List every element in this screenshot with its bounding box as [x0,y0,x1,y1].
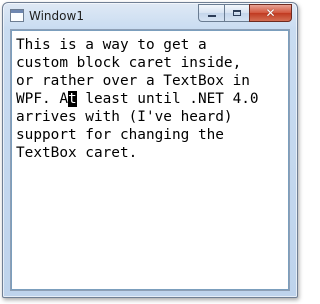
app-window-icon[interactable] [10,9,24,22]
text-box[interactable]: This is a way to get a custom block caret… [11,30,289,290]
close-button[interactable]: ✕ [249,4,292,22]
caption-buttons: ✕ [198,4,292,23]
text-line: or rather over a TextBox in [16,73,250,89]
maximize-icon [233,10,241,16]
close-icon: ✕ [265,6,276,20]
maximize-button[interactable] [224,4,249,22]
minimize-icon [207,15,216,17]
text-line-with-caret: WPF. At least until .NET 4.0 [16,90,284,108]
text-line: This is a way to get a [16,37,207,53]
text-line: support for changing the [16,127,224,143]
text-before-caret: WPF. A [16,91,68,107]
block-caret: t [67,91,77,107]
text-line: custom block caret inside, [16,55,242,71]
text-line: arrives with (I've heard) [16,109,233,125]
window-client-area: This is a way to get a custom block caret… [10,29,290,291]
main-window: Window1 ✕ This is a way to get a custom b… [2,2,298,298]
text-after-caret: least until .NET 4.0 [76,91,259,107]
title-bar[interactable]: Window1 ✕ [3,3,297,29]
minimize-button[interactable] [198,4,224,22]
text-line: TextBox caret. [16,145,138,161]
window-title: Window1 [29,9,84,23]
